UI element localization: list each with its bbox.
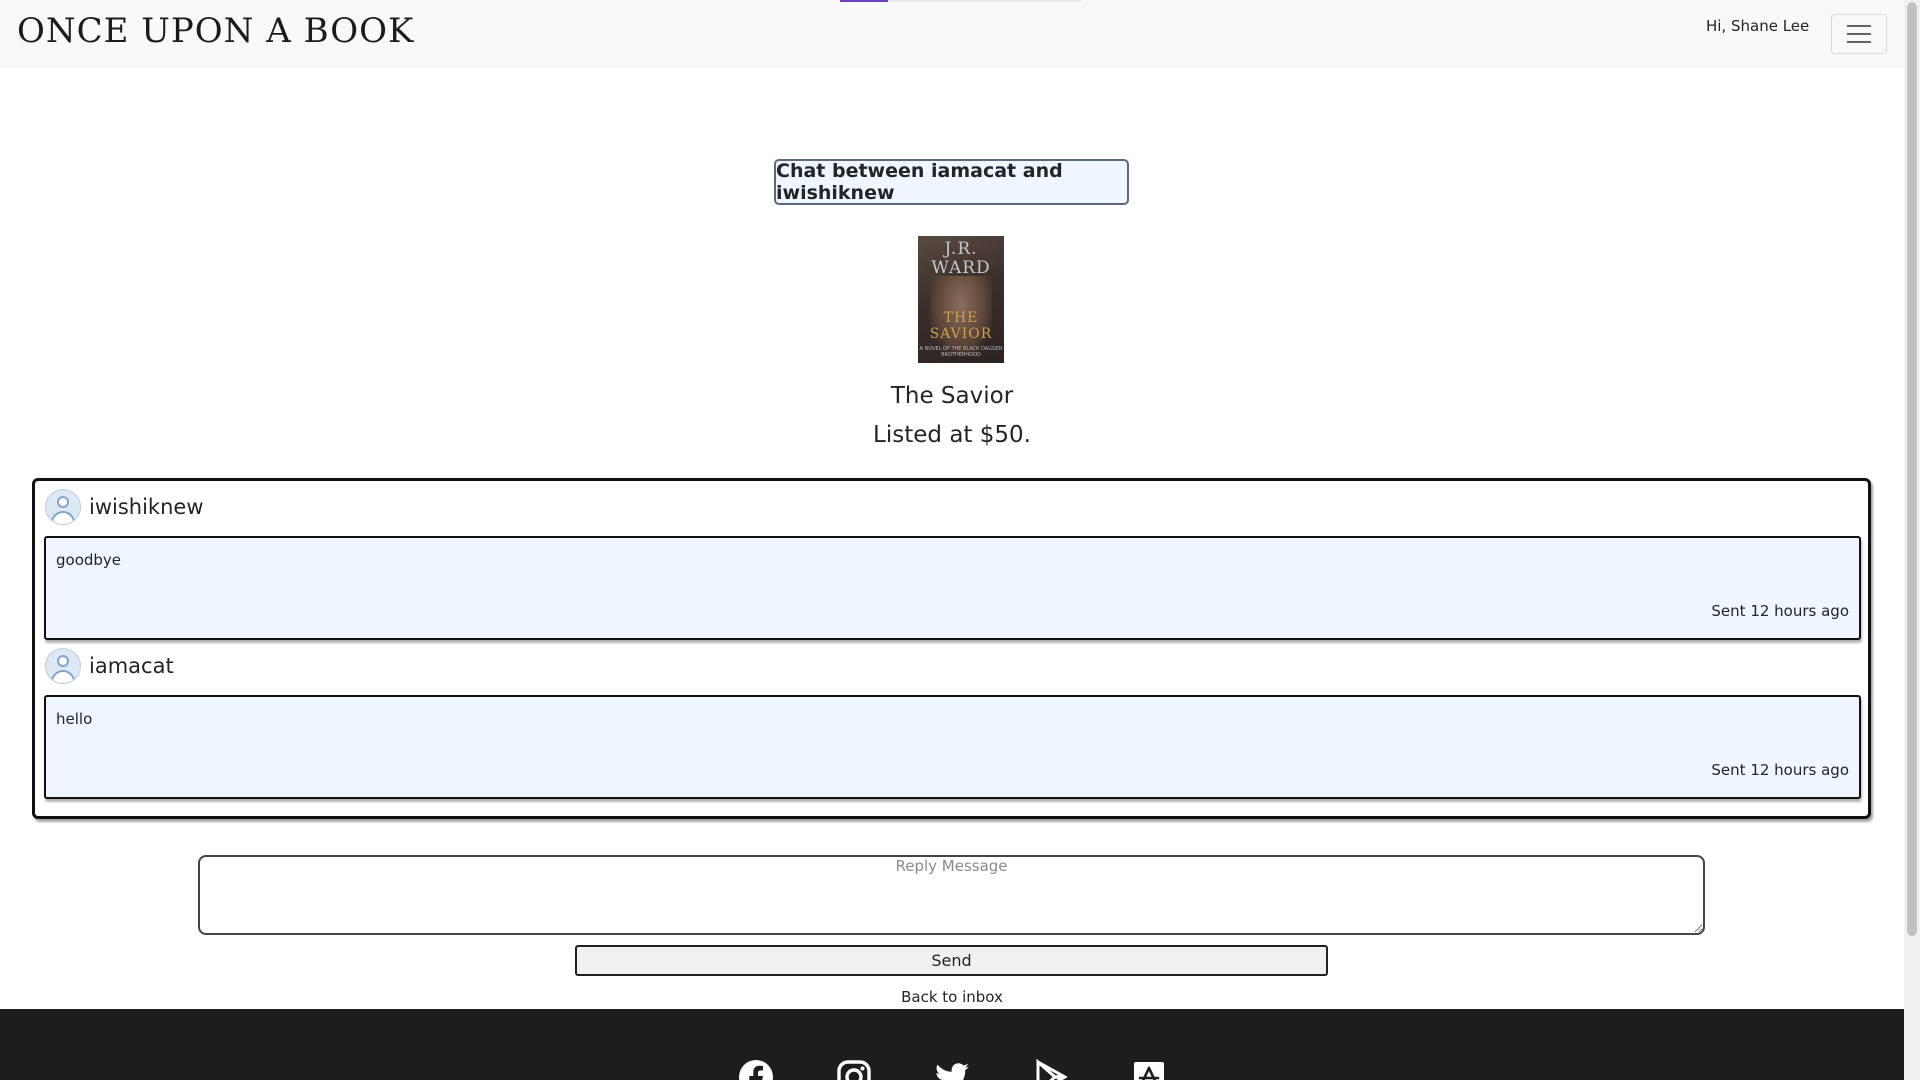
cover-author: J.R. WARD [931,239,991,278]
reply-message-input[interactable] [198,855,1705,935]
book-price: Listed at $50. [873,422,1031,448]
scrollbar-thumb[interactable] [1907,2,1917,936]
book-title: The Savior [890,383,1014,409]
message-thread: iwishiknew goodbye Sent 12 hours ago iam… [32,478,1871,819]
cover-title: THE SAVIOR [929,310,993,342]
facebook-icon[interactable] [738,1059,774,1080]
user-avatar-icon [45,489,81,525]
message-timestamp: Sent 12 hours ago [1711,761,1849,779]
user-greeting[interactable]: Hi, Shane Lee [1706,17,1809,35]
message-timestamp: Sent 12 hours ago [1711,602,1849,620]
google-play-icon[interactable] [1033,1059,1069,1080]
message-header: iwishiknew [45,488,204,526]
hamburger-menu-button[interactable] [1831,14,1887,54]
hamburger-icon-line [1847,25,1871,27]
message-text: hello [56,710,93,728]
send-button[interactable]: Send [575,945,1328,976]
cover-series: A NOVEL OF THE BLACK DAGGER BROTHERHOOD [919,346,1003,358]
hamburger-icon-line [1847,33,1871,35]
brand-logo-link[interactable]: ONCE UPON A BOOK [17,11,414,51]
message-header: iamacat [45,647,174,685]
message-sender: iwishiknew [89,495,204,519]
footer [0,1009,1904,1080]
loading-progress-fill [840,0,889,2]
navbar: ONCE UPON A BOOK Hi, Shane Lee [0,0,1904,68]
message-sender: iamacat [89,654,174,678]
hamburger-icon-line [1847,41,1871,43]
back-to-inbox-link[interactable]: Back to inbox [0,988,1904,1006]
message-bubble: goodbye Sent 12 hours ago [44,536,1861,640]
page-scrollbar[interactable] [1904,0,1920,1080]
message-text: goodbye [56,551,122,569]
loading-progress-bar [840,0,1081,2]
twitter-icon[interactable] [934,1059,970,1080]
user-avatar-icon [45,648,81,684]
chat-title: Chat between iamacat and iwishiknew [774,159,1129,205]
instagram-icon[interactable] [836,1059,872,1080]
message-bubble: hello Sent 12 hours ago [44,695,1861,799]
app-store-icon[interactable] [1131,1059,1167,1080]
book-cover-image: J.R. WARD THE SAVIOR A NOVEL OF THE BLAC… [918,236,1004,363]
